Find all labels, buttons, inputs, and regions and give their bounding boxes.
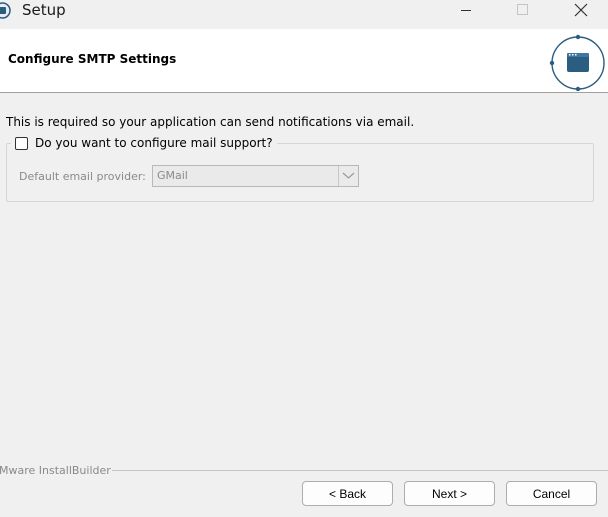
minimize-button[interactable]	[442, 0, 490, 22]
window-badge-icon	[549, 34, 605, 91]
mail-support-option[interactable]: Do you want to configure mail support?	[11, 134, 277, 152]
description-text: This is required so your application can…	[6, 115, 415, 129]
footer-divider	[112, 470, 608, 471]
chevron-down-icon	[342, 172, 355, 179]
maximize-icon	[517, 4, 528, 15]
email-provider-value: GMail	[157, 169, 188, 182]
close-button[interactable]	[557, 0, 605, 22]
wizard-header: Configure SMTP Settings	[0, 29, 608, 93]
installer-brand-label: Mware InstallBuilder	[0, 464, 111, 477]
email-provider-select[interactable]: GMail	[152, 165, 359, 187]
email-provider-dropdown-button[interactable]	[338, 166, 358, 186]
back-button[interactable]: < Back	[302, 481, 393, 506]
maximize-button[interactable]	[499, 0, 547, 22]
window-title: Setup	[22, 1, 66, 19]
page-title: Configure SMTP Settings	[8, 52, 177, 66]
mail-support-label[interactable]: Do you want to configure mail support?	[35, 136, 273, 150]
cancel-button[interactable]: Cancel	[506, 481, 597, 506]
email-provider-label: Default email provider:	[19, 170, 146, 183]
minimize-icon	[461, 10, 471, 11]
mail-support-checkbox[interactable]	[15, 136, 28, 150]
close-icon	[574, 3, 588, 17]
next-button[interactable]: Next >	[404, 481, 495, 506]
installer-app-icon	[0, 2, 11, 19]
title-bar: Setup	[0, 0, 608, 29]
